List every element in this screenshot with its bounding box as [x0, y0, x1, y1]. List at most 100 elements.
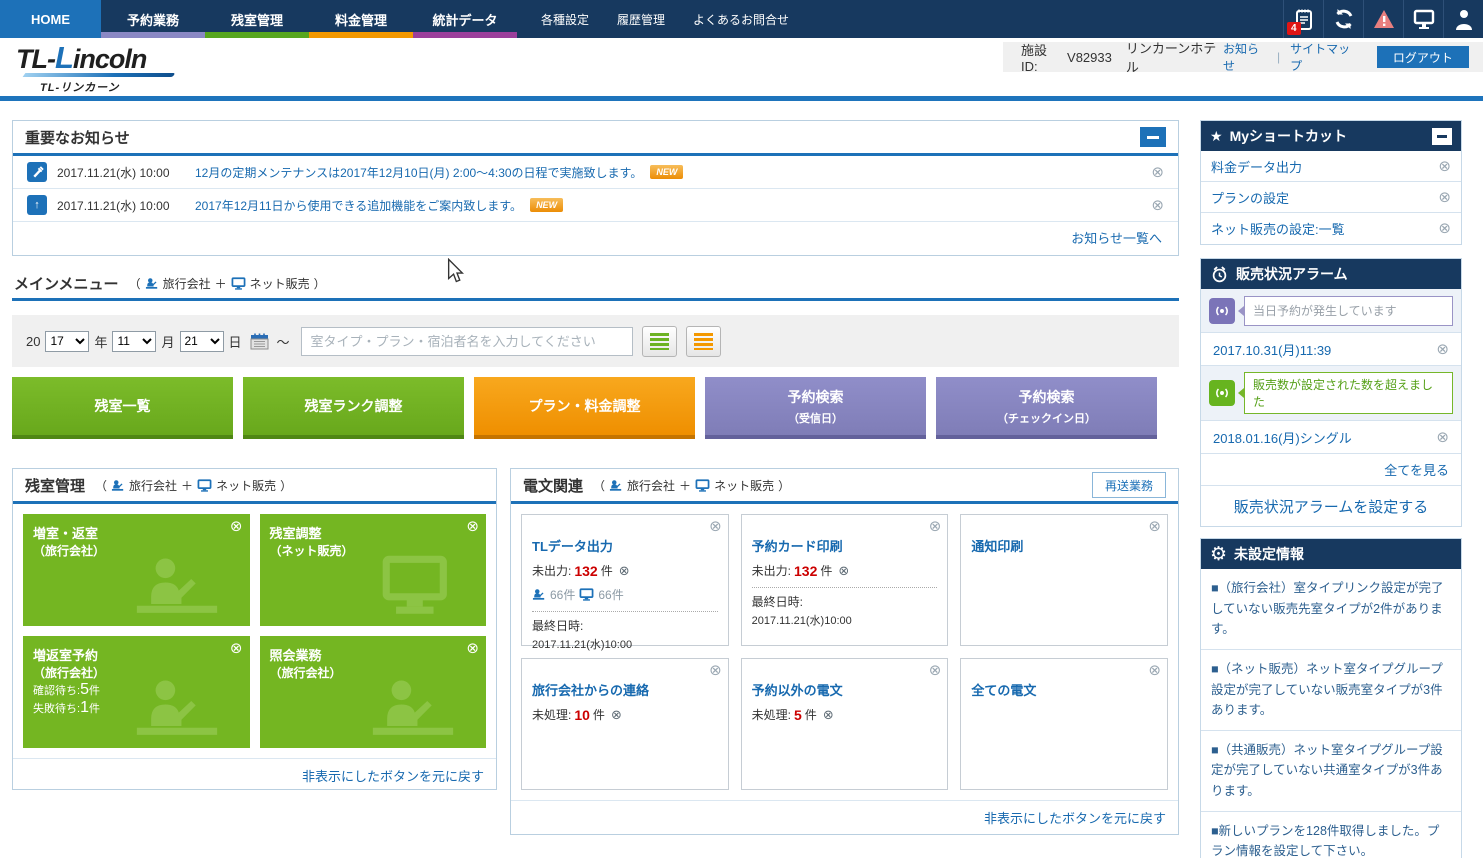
- card-title-link[interactable]: 通知印刷: [971, 536, 1157, 555]
- shortcut-link-net-sales-settings[interactable]: ネット販売の設定:一覧: [1211, 219, 1345, 238]
- notice-list-link[interactable]: お知らせ一覧へ: [1071, 228, 1162, 247]
- refresh-button[interactable]: [1323, 0, 1363, 38]
- alarm-detail-link[interactable]: 2018.01.16(月)シングル: [1213, 428, 1352, 447]
- month-select[interactable]: 11: [112, 331, 156, 352]
- tile-title: 増室・返室: [33, 523, 240, 542]
- notice-link[interactable]: 2017年12月11日から使用できる追加機能をご案内致します。: [195, 197, 522, 214]
- alert-button[interactable]: [1363, 0, 1403, 38]
- dismiss-count-icon[interactable]: ⊗: [611, 707, 622, 723]
- close-icon[interactable]: ⊗: [1148, 663, 1161, 678]
- close-icon[interactable]: ⊗: [709, 519, 722, 534]
- close-icon[interactable]: ⊗: [709, 663, 722, 678]
- reservation-search-checkin-button[interactable]: 予約検索（チェックイン日）: [936, 377, 1157, 439]
- close-icon[interactable]: ⊗: [230, 519, 243, 534]
- alarm-message-bubble: 当日予約が発生しています: [1244, 296, 1453, 326]
- header-notice-link[interactable]: お知らせ: [1223, 40, 1267, 74]
- logo-wordmark: TL-Lincoln: [16, 44, 196, 73]
- date-search-bar: 20 17 年 11 月 21 日 ～: [12, 315, 1179, 367]
- tile-add-return-reservation[interactable]: 増返室予約 （旅行会社） 確認待ち:5件 失敗待ち:1件 ⊗: [23, 636, 250, 748]
- search-input[interactable]: [301, 327, 633, 356]
- notepad-notification-button[interactable]: 4: [1283, 0, 1323, 38]
- scope-open: （: [95, 477, 107, 494]
- calendar-picker-button[interactable]: [247, 331, 272, 351]
- close-icon[interactable]: ⊗: [466, 519, 479, 534]
- card-title-link[interactable]: 旅行会社からの連絡: [532, 680, 718, 699]
- scope-net-label: ネット販売: [250, 275, 310, 292]
- tile-title: 残室調整: [270, 523, 477, 542]
- net-sales-icon: [579, 588, 594, 601]
- account-button[interactable]: [1443, 0, 1483, 38]
- sales-alarm-panel: 販売状況アラーム 当日予約が発生しています 2017.10.31(月)11:39…: [1200, 258, 1462, 527]
- close-icon[interactable]: ⊗: [929, 663, 942, 678]
- close-icon[interactable]: ⊗: [1151, 198, 1164, 213]
- close-icon[interactable]: ⊗: [1151, 165, 1164, 180]
- pending-count-line: 未処理: 5 件 ⊗: [752, 706, 938, 723]
- room-panel-footer: 非表示にしたボタンを元に戻す: [13, 758, 496, 791]
- plan-rate-adjust-button[interactable]: プラン・料金調整: [474, 377, 695, 439]
- resend-work-button[interactable]: 再送業務: [1092, 472, 1166, 498]
- net-count: 66件: [598, 586, 623, 603]
- close-icon[interactable]: ⊗: [1438, 190, 1451, 205]
- tile-add-return-rooms[interactable]: 増室・返室 （旅行会社） ⊗: [23, 514, 250, 626]
- tl-lincoln-logo[interactable]: TL-Lincoln TL-リンカーン: [16, 44, 196, 95]
- calendar-icon: [249, 331, 270, 351]
- close-icon[interactable]: ⊗: [1436, 430, 1449, 445]
- nav-tab-reservation[interactable]: 予約業務: [101, 0, 205, 38]
- close-icon[interactable]: ⊗: [1438, 221, 1451, 236]
- monitor-icon: [1412, 8, 1436, 30]
- close-icon[interactable]: ⊗: [929, 519, 942, 534]
- facility-id-label: 施設ID:: [1021, 40, 1061, 74]
- notice-link[interactable]: 12月の定期メンテナンスは2017年12月10日(月) 2:00～4:30の日程…: [195, 164, 642, 181]
- tile-room-adjust-net[interactable]: 残室調整 （ネット販売） ⊗: [260, 514, 487, 626]
- tile-subtitle: （旅行会社）: [33, 542, 240, 559]
- dismiss-count-icon[interactable]: ⊗: [838, 563, 849, 579]
- close-icon[interactable]: ⊗: [1148, 519, 1161, 534]
- scope-plus: ＋: [181, 477, 193, 494]
- shortcut-link-plan-settings[interactable]: プランの設定: [1211, 188, 1289, 207]
- nav-link-faq[interactable]: よくあるお問合せ: [693, 11, 789, 28]
- card-title-link[interactable]: 予約カード印刷: [752, 536, 938, 555]
- date-tilde: ～: [277, 332, 290, 351]
- year-select[interactable]: 17: [45, 331, 89, 352]
- dismiss-count-icon[interactable]: ⊗: [823, 707, 834, 723]
- close-icon[interactable]: ⊗: [466, 641, 479, 656]
- alarm-detail-link[interactable]: 2017.10.31(月)11:39: [1213, 340, 1331, 359]
- page-header: TL-Lincoln TL-リンカーン 施設ID: V82933 リンカーンホテ…: [0, 38, 1483, 96]
- nav-link-settings[interactable]: 各種設定: [541, 11, 589, 28]
- tile-inquiry-work[interactable]: 照会業務 （旅行会社） ⊗: [260, 636, 487, 748]
- list-view-green-button[interactable]: [642, 326, 677, 357]
- header-sitemap-link[interactable]: サイトマップ: [1290, 40, 1357, 74]
- terminal-button[interactable]: [1403, 0, 1443, 38]
- net-sales-icon: [695, 479, 710, 492]
- notice-minimize-button[interactable]: [1140, 127, 1166, 147]
- list-view-orange-button[interactable]: [686, 326, 721, 357]
- card-title-link[interactable]: 全ての電文: [971, 680, 1157, 699]
- room-rank-adjust-button[interactable]: 残室ランク調整: [243, 377, 464, 439]
- pending-confirm-count: 確認待ち:5件: [33, 681, 240, 699]
- close-icon[interactable]: ⊗: [230, 641, 243, 656]
- nav-tab-statistics[interactable]: 統計データ: [413, 0, 517, 38]
- see-all-link[interactable]: 全てを見る: [1384, 460, 1449, 479]
- configure-alarm-link[interactable]: 販売状況アラームを設定する: [1234, 496, 1429, 517]
- notice-panel-header: 重要なお知らせ: [13, 121, 1178, 156]
- shortcut-row: 料金データ出力 ⊗: [1201, 151, 1461, 182]
- card-title-link[interactable]: TLデータ出力: [532, 536, 718, 555]
- card-title-link[interactable]: 予約以外の電文: [752, 680, 938, 699]
- notice-date: 2017.11.21(水) 10:00: [57, 197, 185, 214]
- remaining-rooms-list-button[interactable]: 残室一覧: [12, 377, 233, 439]
- restore-hidden-buttons-link[interactable]: 非表示にしたボタンを元に戻す: [984, 808, 1166, 827]
- close-icon[interactable]: ⊗: [1438, 159, 1451, 174]
- nav-link-history[interactable]: 履歴管理: [617, 11, 665, 28]
- nav-tab-rates[interactable]: 料金管理: [309, 0, 413, 38]
- shortcut-link-rate-data-output[interactable]: 料金データ出力: [1211, 157, 1302, 176]
- close-icon[interactable]: ⊗: [1436, 342, 1449, 357]
- logout-button[interactable]: ログアウト: [1377, 46, 1469, 68]
- day-select[interactable]: 21: [180, 331, 224, 352]
- reservation-search-received-button[interactable]: 予約検索（受信日）: [705, 377, 926, 439]
- nav-tab-room-stock[interactable]: 残室管理: [205, 0, 309, 38]
- nav-tab-home[interactable]: HOME: [0, 0, 101, 38]
- restore-hidden-buttons-link[interactable]: 非表示にしたボタンを元に戻す: [302, 766, 484, 785]
- last-datetime-label: 最終日時:: [752, 593, 938, 610]
- dismiss-count-icon[interactable]: ⊗: [619, 563, 630, 579]
- shortcuts-minimize-button[interactable]: [1432, 128, 1452, 145]
